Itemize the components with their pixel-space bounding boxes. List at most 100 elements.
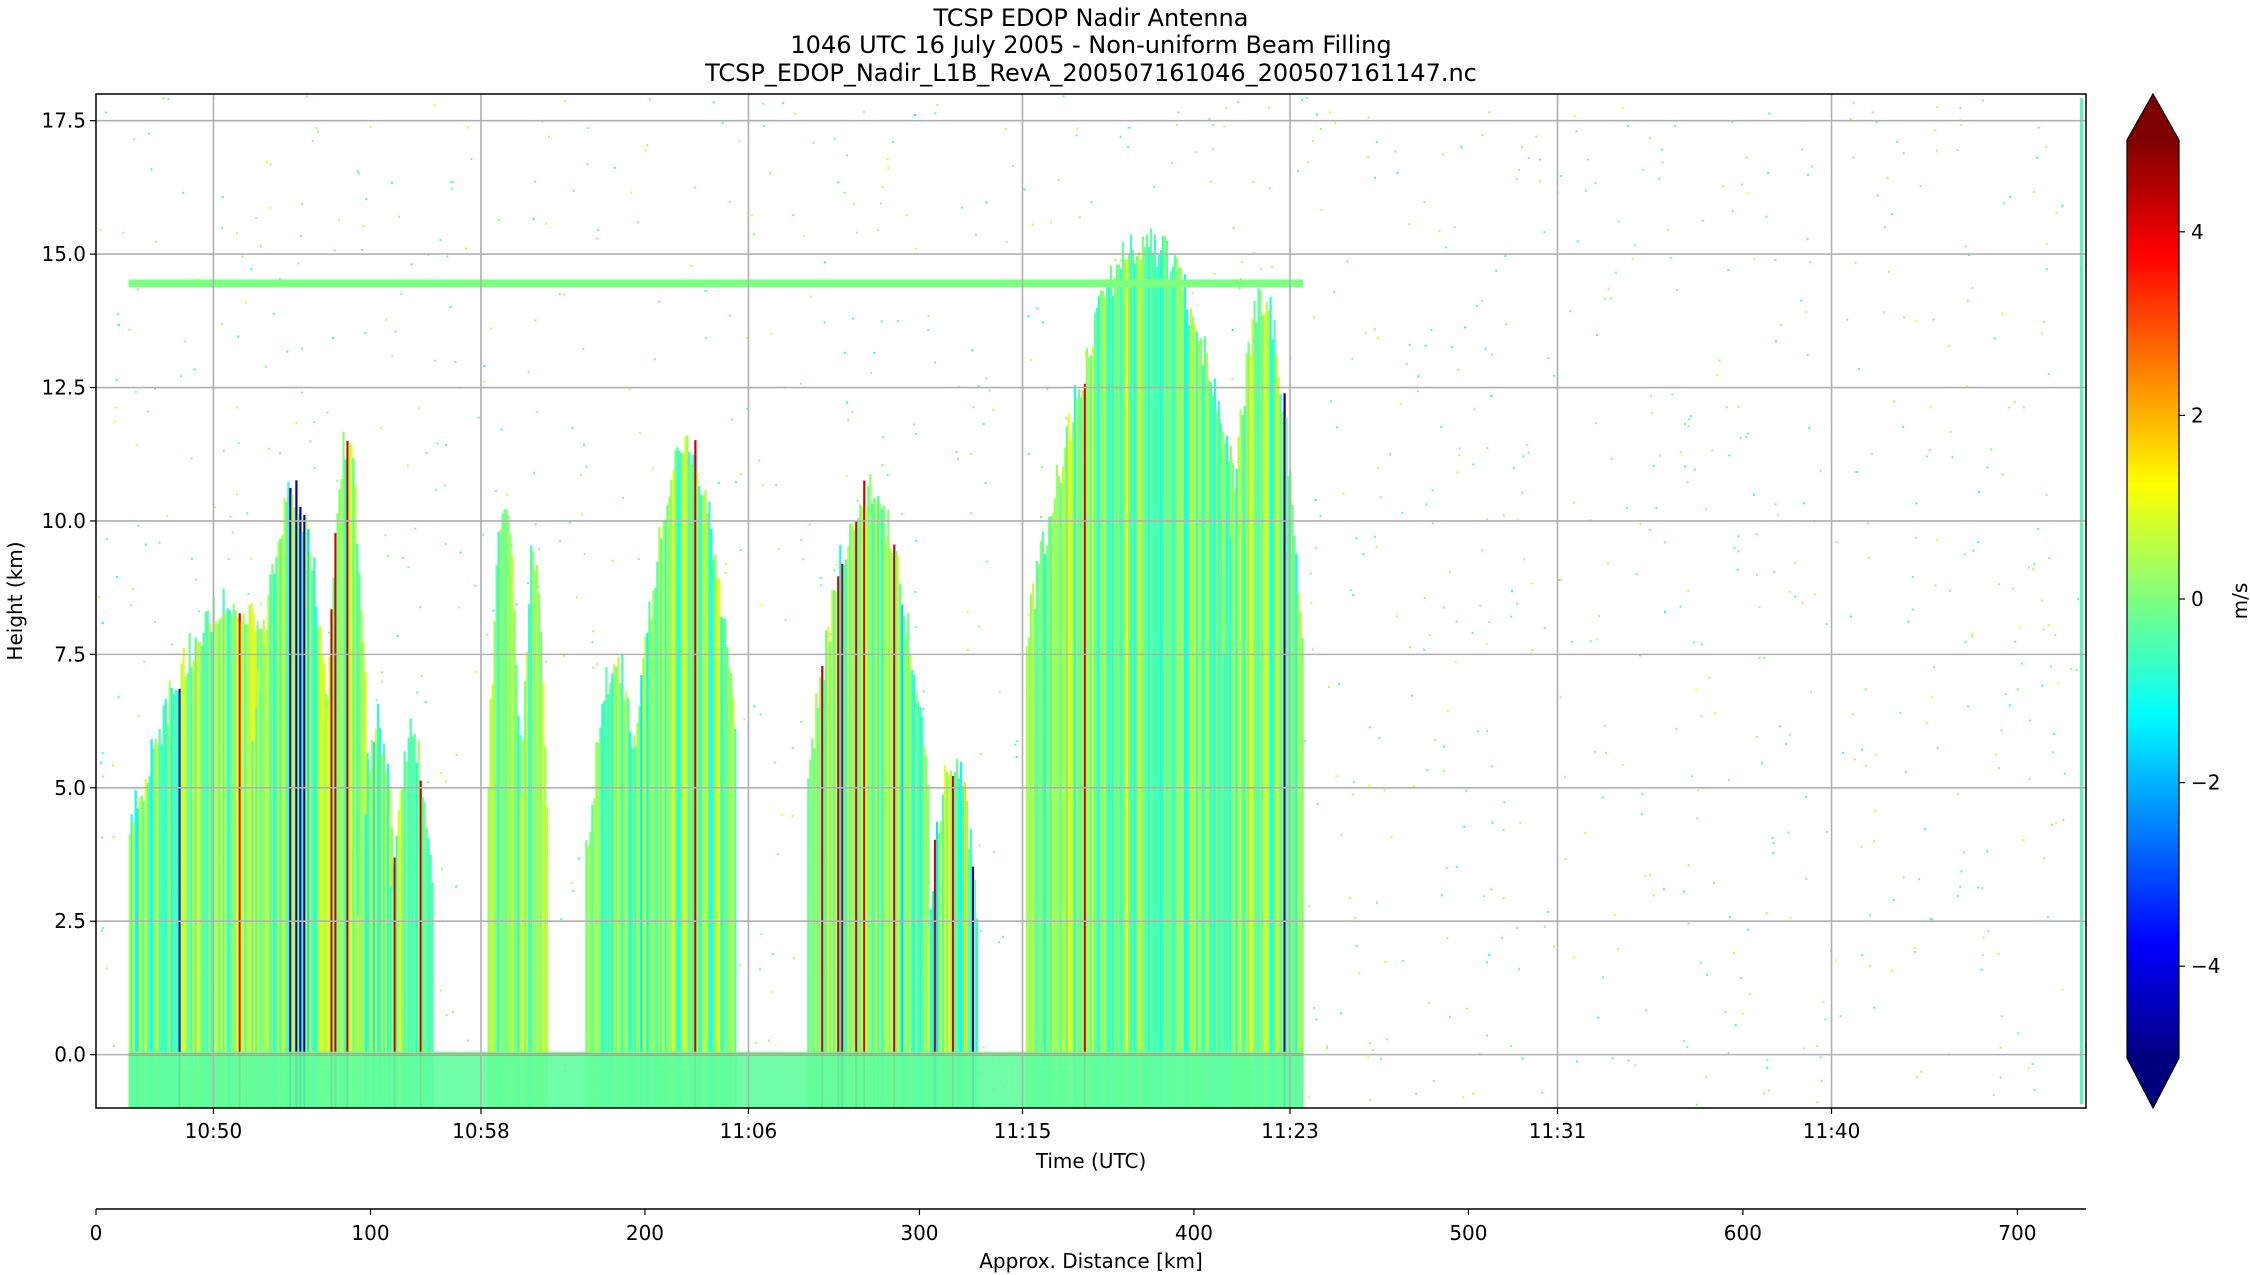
echo-streak bbox=[863, 480, 866, 1108]
echo-streak bbox=[1073, 385, 1076, 1108]
echo-streak bbox=[526, 652, 529, 1108]
echo-streak bbox=[617, 657, 620, 1108]
noise-pixel bbox=[315, 127, 318, 130]
noise-pixel bbox=[1596, 638, 1599, 641]
distance-axis: 0 100 200 300 400 500 600 700 bbox=[90, 1208, 2086, 1245]
noise-pixel bbox=[313, 421, 316, 424]
echo-streak bbox=[501, 513, 504, 1108]
echo-streak bbox=[1243, 406, 1246, 1108]
echo-streak bbox=[724, 619, 727, 1108]
echo-streak bbox=[507, 515, 510, 1108]
noise-pixel bbox=[1753, 493, 1755, 496]
distance-axis-label: Approx. Distance [km] bbox=[979, 1249, 1203, 1273]
noise-pixel bbox=[1213, 272, 1216, 275]
noise-pixel bbox=[268, 447, 270, 450]
noise-pixel bbox=[2033, 563, 2036, 565]
noise-pixel bbox=[401, 556, 404, 559]
noise-pixel bbox=[360, 249, 363, 251]
noise-pixel bbox=[1547, 911, 1550, 913]
noise-pixel bbox=[2042, 628, 2045, 631]
noise-pixel bbox=[887, 167, 890, 170]
noise-pixel bbox=[146, 410, 149, 413]
noise-pixel bbox=[735, 481, 738, 484]
noise-pixel bbox=[824, 261, 826, 264]
noise-pixel bbox=[731, 418, 733, 421]
echo-streak bbox=[1173, 255, 1176, 1108]
noise-pixel bbox=[934, 361, 936, 364]
noise-pixel bbox=[1252, 180, 1255, 183]
echo-streak bbox=[871, 504, 874, 1108]
noise-pixel bbox=[586, 163, 589, 166]
noise-pixel bbox=[933, 112, 936, 115]
echo-streak bbox=[164, 698, 167, 1108]
noise-pixel bbox=[236, 406, 239, 409]
echo-streak bbox=[182, 647, 185, 1108]
noise-pixel bbox=[2047, 624, 2050, 627]
noise-pixel bbox=[1598, 615, 1601, 618]
echo-streak bbox=[503, 509, 506, 1108]
noise-pixel bbox=[255, 216, 258, 219]
noise-pixel bbox=[1312, 140, 1314, 142]
echo-streak bbox=[524, 680, 527, 1108]
echo-streak bbox=[305, 517, 308, 1108]
noise-pixel bbox=[1427, 1001, 1430, 1004]
noise-pixel bbox=[1987, 930, 1990, 933]
noise-pixel bbox=[1238, 287, 1241, 290]
noise-pixel bbox=[490, 327, 493, 330]
noise-pixel bbox=[1576, 240, 1579, 243]
noise-pixel bbox=[1857, 367, 1860, 370]
echo-streak bbox=[1055, 464, 1058, 1108]
echo-streak bbox=[1169, 271, 1172, 1108]
noise-pixel bbox=[1806, 354, 1809, 356]
noise-pixel bbox=[1652, 464, 1655, 467]
echo-streak bbox=[881, 508, 884, 1108]
noise-pixel bbox=[1523, 558, 1526, 561]
noise-pixel bbox=[886, 158, 889, 160]
echo-streak bbox=[303, 514, 306, 1108]
noise-pixel bbox=[1963, 851, 1965, 854]
echo-streak bbox=[1141, 236, 1144, 1108]
echo-streak bbox=[1197, 340, 1200, 1108]
noise-pixel bbox=[1687, 589, 1690, 592]
noise-pixel bbox=[2053, 732, 2056, 735]
noise-pixel bbox=[1971, 635, 1973, 638]
echo-streak bbox=[1105, 280, 1108, 1108]
echo-streak bbox=[538, 593, 541, 1108]
noise-pixel bbox=[1417, 375, 1420, 378]
echo-streak bbox=[674, 450, 677, 1108]
noise-pixel bbox=[1445, 246, 1448, 249]
noise-pixel bbox=[880, 202, 882, 205]
noise-pixel bbox=[444, 444, 447, 447]
noise-pixel bbox=[1368, 1042, 1371, 1044]
noise-pixel bbox=[1625, 506, 1628, 509]
echo-streak bbox=[1205, 353, 1208, 1108]
echo-streak bbox=[915, 693, 918, 1108]
noise-pixel bbox=[1326, 1047, 1329, 1050]
noise-pixel bbox=[117, 696, 120, 699]
noise-pixel bbox=[1963, 553, 1966, 556]
noise-pixel bbox=[534, 319, 537, 322]
noise-pixel bbox=[1354, 916, 1357, 919]
noise-pixel bbox=[773, 761, 776, 764]
noise-pixel bbox=[396, 635, 399, 637]
noise-pixel bbox=[1456, 471, 1459, 474]
noise-pixel bbox=[1453, 226, 1456, 229]
echo-streak bbox=[375, 728, 378, 1108]
echo-streak bbox=[1187, 325, 1190, 1108]
echo-streak bbox=[194, 637, 197, 1108]
noise-pixel bbox=[2063, 772, 2066, 775]
echo-streak bbox=[236, 617, 239, 1108]
noise-pixel bbox=[1614, 271, 1617, 274]
noise-pixel bbox=[1864, 688, 1867, 691]
noise-pixel bbox=[1747, 192, 1750, 195]
noise-pixel bbox=[1822, 1000, 1825, 1003]
echo-streak bbox=[921, 716, 924, 1108]
noise-pixel bbox=[2045, 494, 2048, 497]
noise-pixel bbox=[439, 239, 442, 242]
noise-pixel bbox=[915, 432, 918, 435]
noise-pixel bbox=[957, 457, 959, 460]
noise-pixel bbox=[2045, 268, 2048, 271]
noise-pixel bbox=[1428, 634, 1431, 637]
noise-pixel bbox=[1375, 546, 1378, 549]
noise-pixel bbox=[1778, 725, 1781, 728]
